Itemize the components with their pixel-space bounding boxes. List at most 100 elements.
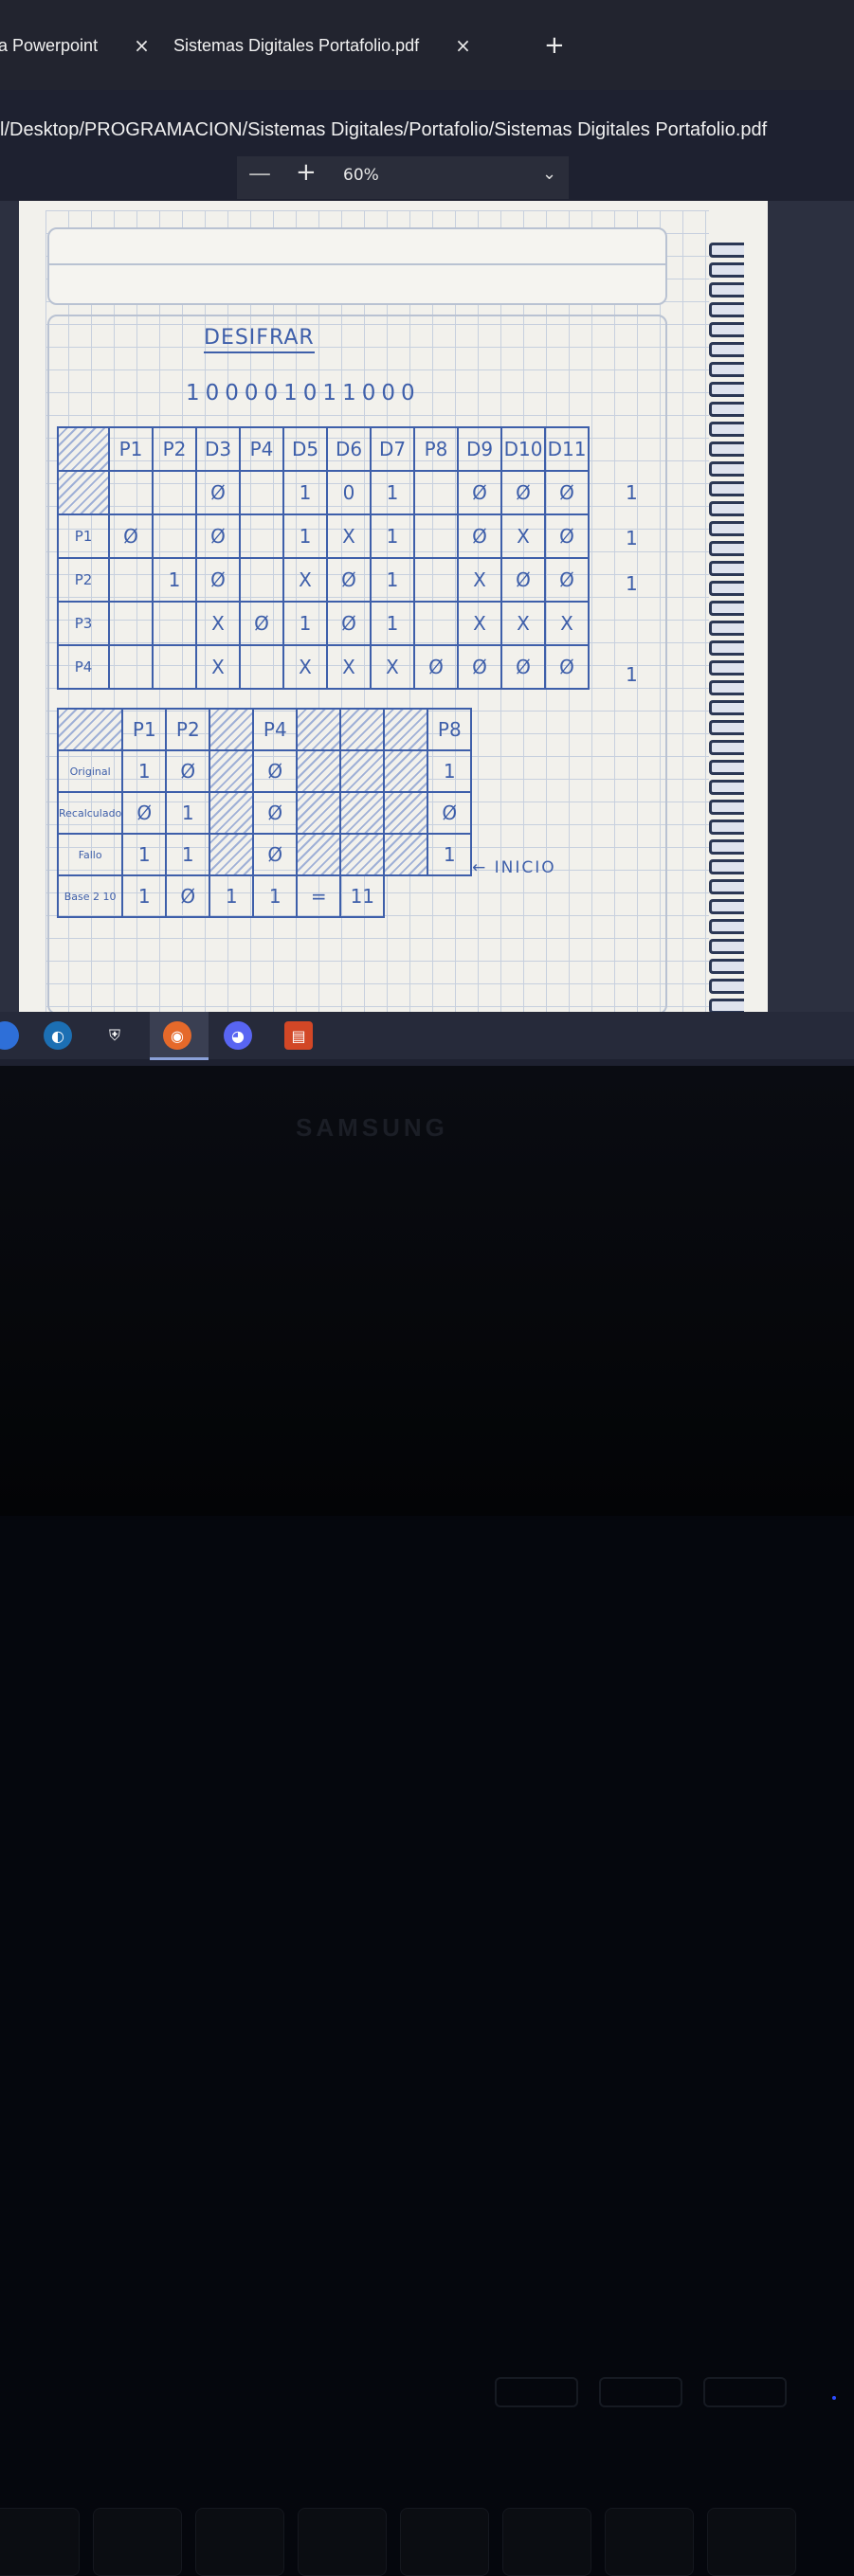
inicio-annotation: ← INICIO [472, 858, 556, 877]
cell: Ø [457, 470, 502, 515]
address-bar[interactable]: l/Desktop/PROGRAMACION/Sistemas Digitale… [0, 106, 854, 153]
zoom-out-icon[interactable]: — [248, 160, 271, 187]
cell: Ø [427, 791, 473, 835]
cell [239, 644, 284, 690]
keyboard-key [599, 2377, 682, 2407]
spiral-ring [709, 919, 744, 934]
table-row: Original 1 Ø Ø 1 [56, 749, 473, 793]
cell: Ø [544, 644, 590, 690]
keyboard-key [195, 2508, 284, 2576]
cell: Ø [121, 791, 168, 835]
cell [383, 791, 429, 835]
spiral-ring [709, 481, 744, 496]
firefox-icon[interactable]: ◉ [163, 1021, 191, 1050]
discord-icon[interactable]: ◕ [224, 1021, 252, 1050]
keyboard-key [0, 2508, 80, 2576]
pdf-viewer[interactable]: DESIFRAR 100001011000 P1 P2 D3 P4 D5 D6 … [0, 201, 854, 1020]
cell: 1 [370, 557, 415, 603]
spiral-ring [709, 720, 744, 735]
tab-powerpoint[interactable]: a Powerpoint × [0, 27, 150, 64]
keyboard-key [93, 2508, 182, 2576]
cell: X [370, 644, 415, 690]
browser-tab-bar: a Powerpoint × Sistemas Digitales Portaf… [0, 0, 854, 90]
spiral-ring [709, 322, 744, 337]
spiral-ring [709, 282, 744, 297]
cell [108, 644, 154, 690]
row-result: 1 [626, 663, 638, 686]
table-row: P1 P2 P4 P8 [56, 708, 473, 751]
spiral-ring [709, 820, 744, 835]
cell: 1 [152, 557, 197, 603]
page-title: DESIFRAR [204, 326, 315, 353]
chevron-down-icon[interactable]: ⌄ [542, 164, 556, 184]
spiral-ring [709, 959, 744, 974]
row-label [57, 470, 110, 515]
cell: X [282, 644, 328, 690]
header-cell: D7 [370, 426, 415, 472]
cell: Ø [165, 749, 211, 793]
spiral-ring [709, 362, 744, 377]
spiral-ring [709, 581, 744, 596]
start-icon[interactable] [0, 1021, 19, 1050]
cell: Ø [195, 513, 241, 559]
zoom-level[interactable]: 60% [343, 166, 379, 185]
header-cell: P4 [252, 708, 299, 751]
cell: Ø [457, 644, 502, 690]
cell: 1 [121, 874, 168, 918]
row-label: Fallo [56, 833, 124, 876]
cell [152, 601, 197, 646]
spiral-ring [709, 979, 744, 994]
cell: Ø [413, 644, 459, 690]
cell: 1 [370, 513, 415, 559]
taskbar: ◐ ⛨ ◉ ◕ ▤ [0, 1012, 854, 1060]
cell [152, 470, 197, 515]
close-icon[interactable]: × [455, 34, 471, 57]
cell: Ø [457, 513, 502, 559]
cell: 1 [165, 791, 211, 835]
close-icon[interactable]: × [134, 34, 150, 57]
new-tab-plus-icon[interactable]: + [544, 27, 565, 64]
row-label: Original [56, 749, 124, 793]
spiral-ring [709, 859, 744, 874]
row-label: P2 [57, 557, 110, 603]
cell: Ø [326, 557, 372, 603]
spiral-ring [709, 501, 744, 516]
table-row: P1 Ø Ø 1 X 1 Ø X Ø [57, 513, 590, 559]
bit-sequence: 100001011000 [186, 381, 421, 405]
cell [296, 833, 342, 876]
steam-icon[interactable]: ◐ [44, 1021, 72, 1050]
spiral-ring [709, 461, 744, 477]
spiral-ring [709, 422, 744, 437]
spiral-ring [709, 541, 744, 556]
cell [339, 833, 386, 876]
spiral-ring [709, 521, 744, 536]
spiral-ring [709, 740, 744, 755]
cell: Ø [195, 470, 241, 515]
cell: Ø [500, 644, 546, 690]
cell: 1 [370, 470, 415, 515]
table-row: Recalculado Ø 1 Ø Ø [56, 791, 473, 835]
row-label: P3 [57, 601, 110, 646]
cell: Ø [500, 557, 546, 603]
header-cell [383, 708, 429, 751]
cell: X [500, 513, 546, 559]
table-row: Ø 1 0 1 Ø Ø Ø [57, 470, 590, 515]
page-header-box [47, 227, 667, 305]
tab-label: Sistemas Digitales Portafolio.pdf [173, 35, 420, 55]
cell: X [500, 601, 546, 646]
cell: 1 [121, 833, 168, 876]
keyboard-key [605, 2508, 694, 2576]
shield-icon[interactable]: ⛨ [100, 1021, 129, 1050]
cell [209, 791, 255, 835]
header-cell: P1 [121, 708, 168, 751]
cell: Ø [544, 470, 590, 515]
tab-portafolio-pdf[interactable]: Sistemas Digitales Portafolio.pdf × [173, 27, 471, 64]
spiral-ring [709, 342, 744, 357]
parity-check-table: P1 P2 P4 P8 Original 1 Ø Ø 1 Recalculado… [56, 708, 473, 918]
row-label: Recalculado [56, 791, 124, 835]
keyboard-key [502, 2508, 591, 2576]
cell [108, 601, 154, 646]
cell [383, 749, 429, 793]
powerpoint-icon[interactable]: ▤ [284, 1021, 313, 1050]
zoom-in-icon[interactable]: + [296, 158, 317, 187]
